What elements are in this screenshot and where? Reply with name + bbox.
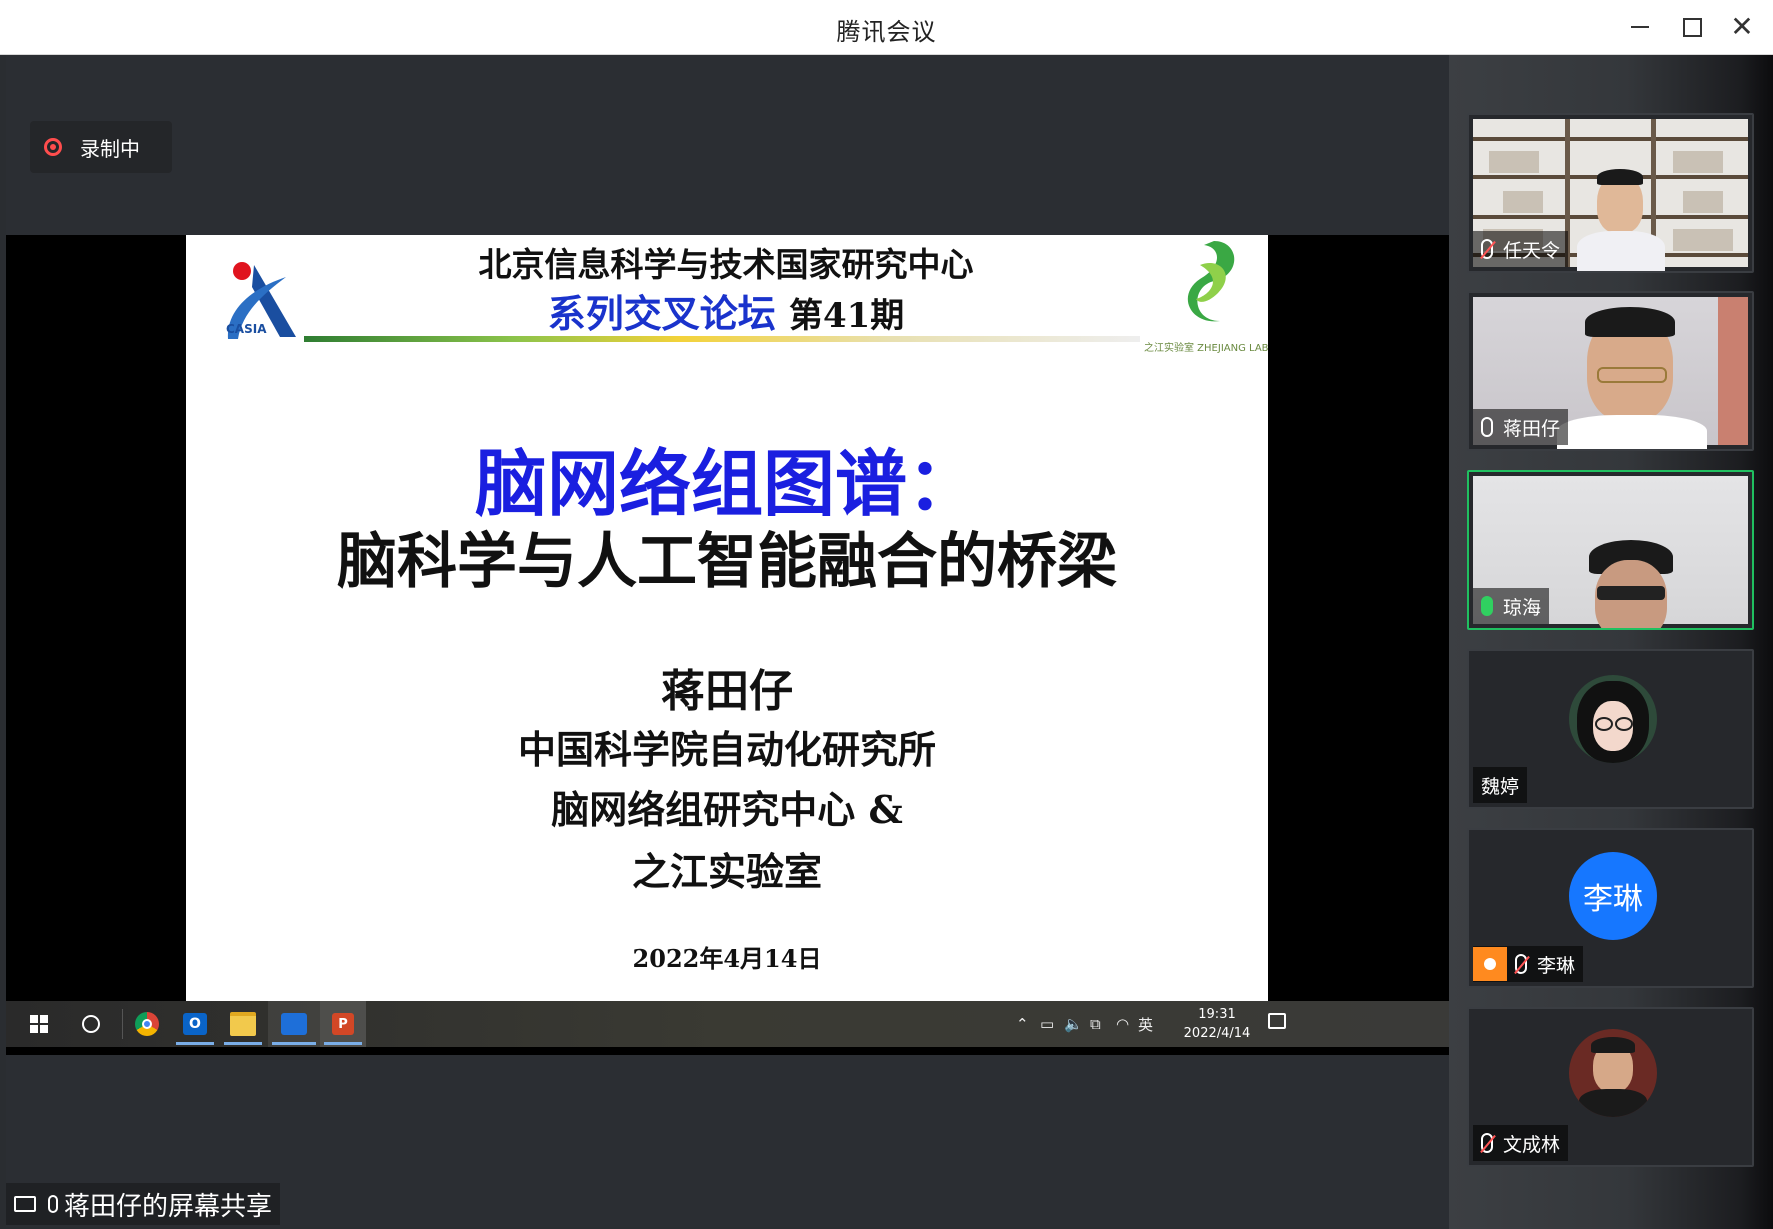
cortana-icon	[82, 1015, 100, 1033]
mic-muted-icon	[1515, 954, 1527, 974]
tencent-meeting-icon	[281, 1013, 307, 1035]
taskbar-file-explorer[interactable]	[220, 1001, 266, 1047]
record-icon	[44, 138, 62, 156]
participant-name-tag: 琼海	[1473, 588, 1550, 624]
cortana-button[interactable]	[68, 1001, 114, 1047]
participant-tile[interactable]: 李琳 李琳	[1467, 828, 1754, 988]
taskbar-divider	[122, 1009, 123, 1039]
presentation-slide: CASIA 北京信息科学与技术国家研究中心 系列交叉论坛 第41期 之江实验室 …	[186, 235, 1268, 1001]
window-titlebar: 腾讯会议 ✕	[0, 0, 1773, 55]
slide-issue-label: 第41期	[788, 296, 905, 336]
minimize-button[interactable]	[1620, 10, 1660, 44]
casia-logo-dot	[233, 262, 251, 280]
close-icon: ✕	[1730, 10, 1754, 43]
zj-logo-swirl	[1187, 241, 1235, 322]
chrome-icon	[135, 1012, 159, 1036]
tray-battery-icon[interactable]: ▭	[1040, 1001, 1054, 1047]
slide-series-label: 系列交叉论坛	[547, 291, 776, 336]
tray-clock[interactable]: 19:31 2022/4/14	[1182, 1005, 1252, 1043]
tray-monitor-icon[interactable]: ⧉	[1090, 1001, 1101, 1047]
slide-affiliation-2: 脑网络组研究中心 &	[551, 787, 903, 832]
outlook-icon: O	[183, 1013, 207, 1035]
participant-name: 魏婷	[1481, 775, 1520, 798]
screen-share-icon	[14, 1196, 36, 1212]
participant-tile[interactable]: 魏婷	[1467, 649, 1754, 809]
tray-ime[interactable]: 英	[1138, 1001, 1153, 1047]
participant-name: 文成林	[1503, 1133, 1561, 1156]
slide-header: 北京信息科学与技术国家研究中心 系列交叉论坛 第41期	[326, 241, 1126, 341]
taskbar-outlook[interactable]: O	[172, 1001, 218, 1047]
zhejiang-lab-text: 之江实验室 ZHEJIANG LAB	[1144, 343, 1268, 354]
zhejiang-lab-logo	[1187, 241, 1235, 322]
tray-time: 19:31	[1198, 1007, 1236, 1022]
notification-icon[interactable]	[1268, 1013, 1286, 1029]
windows-icon	[30, 1015, 48, 1033]
participant-name: 蒋田仔	[1503, 417, 1561, 440]
slide-header-line2: 系列交叉论坛 第41期	[326, 289, 1126, 341]
taskbar-tencent-meeting[interactable]	[268, 1001, 320, 1047]
participant-tile[interactable]: 文成林	[1467, 1007, 1754, 1167]
tray-volume-icon[interactable]: 🔈	[1064, 1001, 1083, 1047]
screen-share-label: 蒋田仔的屏幕共享	[64, 1191, 273, 1222]
mic-muted-icon	[1481, 239, 1493, 259]
main-video-area: 录制中 CASIA 北京信息科学与技术国家研究中心 系列交叉论坛 第41期 之江…	[6, 55, 1449, 1227]
participant-name-tag: 文成林	[1473, 1125, 1569, 1161]
slide-subtitle: 脑科学与人工智能融合的桥梁	[337, 527, 1117, 597]
casia-logo-text: CASIA	[226, 322, 267, 336]
windows-start-button[interactable]	[16, 1001, 62, 1047]
window-title: 腾讯会议	[836, 18, 937, 46]
tray-date: 2022/4/14	[1183, 1026, 1251, 1041]
participant-avatar	[1569, 675, 1657, 763]
participant-name: 琼海	[1503, 596, 1542, 619]
taskbar-powerpoint[interactable]: P	[320, 1001, 366, 1047]
microphone-icon	[42, 1195, 58, 1213]
participant-name: 任天令	[1503, 239, 1561, 262]
recording-badge[interactable]: 录制中	[30, 121, 172, 173]
slide-header-line1: 北京信息科学与技术国家研究中心	[478, 245, 974, 284]
maximize-icon	[1682, 17, 1702, 37]
person-icon	[1473, 947, 1507, 981]
participant-avatar: 李琳	[1569, 852, 1657, 940]
mic-muted-icon	[1481, 1133, 1493, 1153]
screen-share-indicator: 蒋田仔的屏幕共享	[6, 1183, 281, 1225]
tray-network-icon[interactable]: ◠	[1116, 1001, 1129, 1047]
participant-name-tag: 蒋田仔	[1473, 409, 1569, 445]
powerpoint-icon: P	[332, 1013, 354, 1035]
file-explorer-icon	[230, 1012, 256, 1036]
minimize-icon	[1631, 26, 1649, 28]
participant-avatar	[1569, 1029, 1657, 1117]
taskbar-chrome[interactable]	[124, 1001, 170, 1047]
mic-speaking-icon	[1481, 596, 1493, 616]
slide-speaker: 蒋田仔	[661, 666, 793, 717]
screen-share-view: CASIA 北京信息科学与技术国家研究中心 系列交叉论坛 第41期 之江实验室 …	[6, 235, 1449, 1055]
participant-name: 李琳	[1537, 954, 1576, 977]
slide-date: 2022年4月14日	[632, 944, 822, 973]
slide-affiliation-3: 之江实验室	[631, 849, 822, 894]
shared-windows-taskbar: O P ⌃ ▭ 🔈 ⧉ ◠ 英 19:31 2022/4/14	[6, 1001, 1449, 1047]
slide-affiliation-1: 中国科学院自动化研究所	[517, 727, 936, 772]
casia-logo: CASIA	[226, 262, 296, 339]
recording-label: 录制中	[80, 136, 140, 161]
participant-name-tag: 李琳	[1473, 946, 1584, 982]
mic-icon	[1481, 417, 1493, 437]
close-button[interactable]: ✕	[1722, 10, 1762, 44]
tray-chevron-icon[interactable]: ⌃	[1016, 1001, 1029, 1047]
participant-name-tag: 魏婷	[1473, 767, 1528, 803]
participant-name-tag: 任天令	[1473, 231, 1569, 267]
participant-tile[interactable]: 任天令	[1467, 113, 1754, 273]
header-divider	[304, 336, 1140, 342]
participant-tile-active-speaker[interactable]: 琼海	[1467, 470, 1754, 630]
participant-tile[interactable]: 蒋田仔	[1467, 291, 1754, 451]
maximize-button[interactable]	[1672, 10, 1712, 44]
